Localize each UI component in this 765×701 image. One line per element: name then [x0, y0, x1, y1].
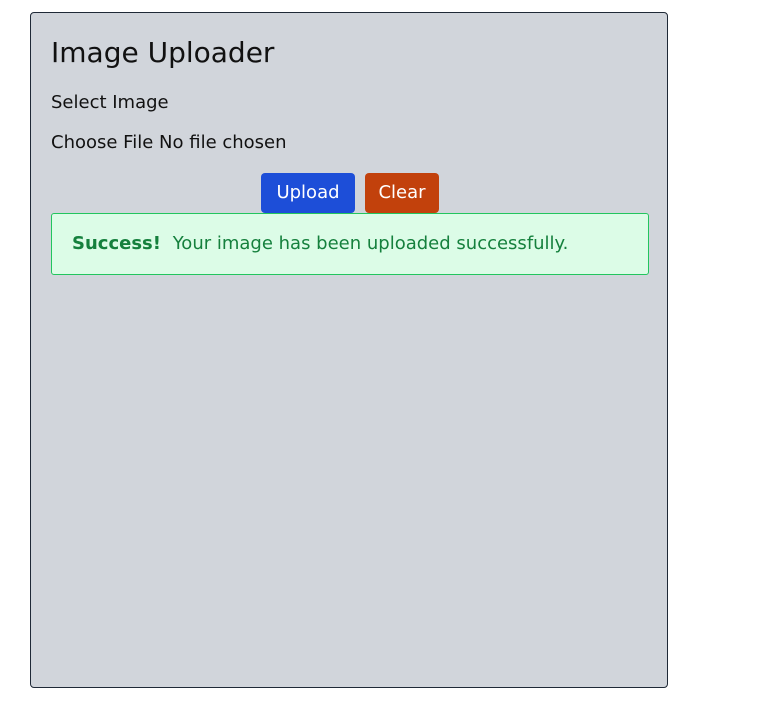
clear-button[interactable]: Clear — [365, 173, 439, 213]
choose-file-button[interactable]: Choose File — [51, 132, 153, 153]
success-alert: Success! Your image has been uploaded su… — [51, 213, 649, 275]
page-title: Image Uploader — [51, 36, 275, 69]
alert-message: Your image has been uploaded successfull… — [172, 233, 569, 254]
uploader-card: Image Uploader Select Image Choose File … — [30, 12, 668, 688]
upload-button[interactable]: Upload — [261, 173, 355, 213]
file-input[interactable]: Choose File No file chosen — [51, 131, 287, 155]
select-image-label: Select Image — [51, 92, 169, 113]
file-status-text: No file chosen — [159, 132, 287, 153]
alert-heading: Success! — [72, 233, 161, 254]
